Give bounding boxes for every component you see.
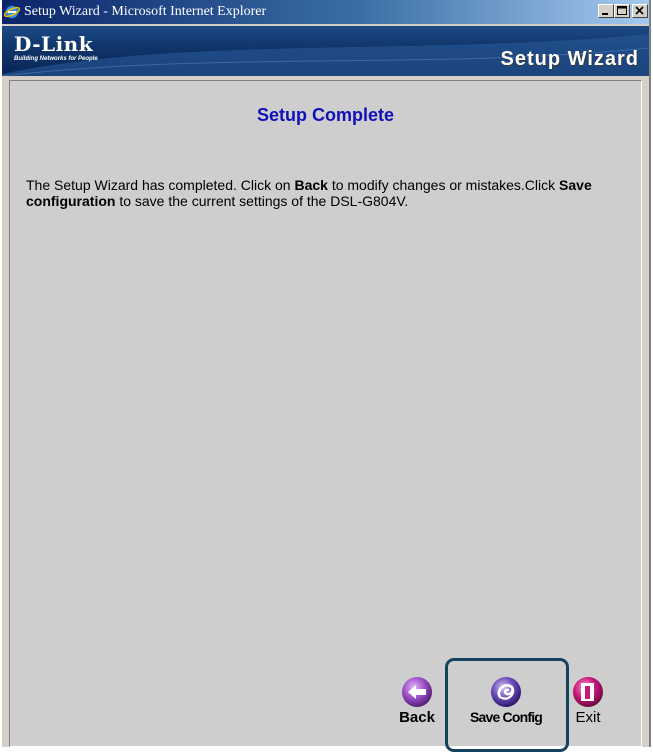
dlink-logo: D-Link <box>14 32 94 56</box>
description-part: to modify changes or mistakes.Click <box>327 177 560 193</box>
save-config-button[interactable]: Save Config <box>456 675 556 725</box>
dlink-banner: D-Link Building Networks for People Setu… <box>2 26 649 76</box>
minimize-button[interactable] <box>598 4 614 18</box>
maximize-button[interactable] <box>614 4 630 18</box>
close-button[interactable] <box>632 4 648 18</box>
browser-window: Setup Wizard - Microsoft Internet Explor… <box>0 0 651 747</box>
internet-explorer-icon <box>3 4 21 20</box>
exit-button[interactable]: Exit <box>566 675 610 726</box>
back-label: Back <box>399 709 435 726</box>
banner-title: Setup Wizard <box>500 48 639 70</box>
description-part: to save the current settings of the DSL-… <box>115 193 409 209</box>
logo-tagline: Building Networks for People <box>14 56 98 62</box>
save-config-label: Save Config <box>469 709 543 725</box>
page-title: Setup Complete <box>256 105 394 125</box>
title-bar: Setup Wizard - Microsoft Internet Explor… <box>0 0 651 24</box>
back-keyword: Back <box>294 177 328 193</box>
arrow-left-icon <box>402 677 432 707</box>
window-title: Setup Wizard - Microsoft Internet Explor… <box>24 4 267 19</box>
description-text: The Setup Wizard has completed. Click on… <box>26 177 606 209</box>
exit-label: Exit <box>575 709 601 726</box>
content-area: Setup Complete The Setup Wizard has comp… <box>9 80 642 747</box>
swirl-icon <box>491 677 521 707</box>
exit-door-icon <box>573 677 603 707</box>
description-part: The Setup Wizard has completed. Click on <box>26 177 295 193</box>
back-button[interactable]: Back <box>392 675 442 726</box>
